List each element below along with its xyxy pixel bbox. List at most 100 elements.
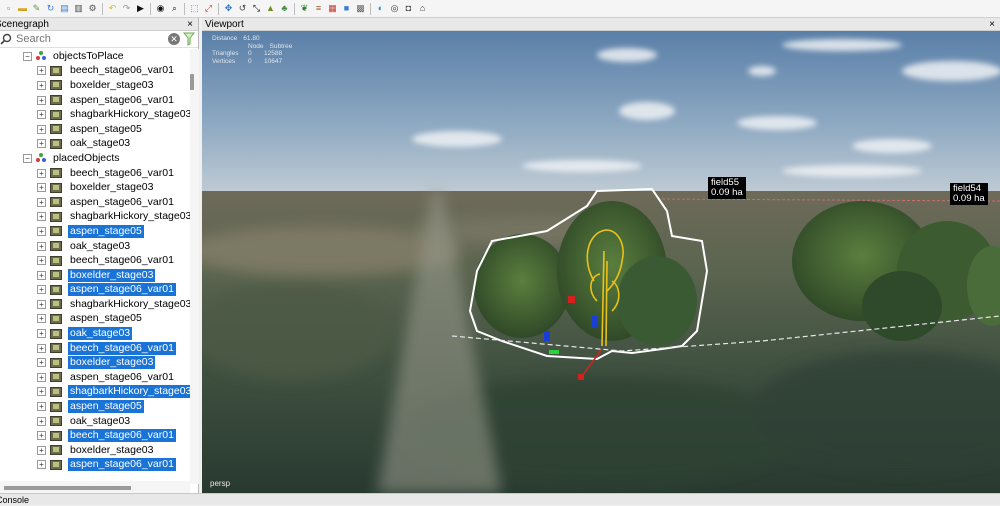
tree-item[interactable]: + aspen_stage06_var01 (0, 195, 190, 210)
viewport-title: Viewport (205, 19, 244, 30)
expand-toggle-icon[interactable]: + (37, 168, 46, 178)
tree-item[interactable]: + boxelder_stage03 (0, 443, 190, 458)
tree-item[interactable]: + oak_stage03 (0, 414, 190, 429)
tree-item[interactable]: + aspen_stage06_var01 (0, 93, 190, 108)
tree-item[interactable]: + shagbarkHickory_stage03 (0, 385, 190, 400)
viewport-close-button[interactable]: × (989, 18, 995, 31)
vertical-scrollbar[interactable] (190, 49, 199, 484)
tree-item[interactable]: + aspen_stage06_var01 (0, 283, 190, 298)
plant-icon[interactable]: ❦ (298, 2, 311, 15)
expand-toggle-icon[interactable]: + (37, 358, 46, 368)
play-icon[interactable]: ▶ (134, 2, 147, 15)
field-tag[interactable]: field55 0.09 ha (708, 177, 746, 199)
expand-toggle-icon[interactable]: + (37, 241, 46, 251)
transform-icon[interactable]: ⤢ (202, 2, 215, 15)
viewport-canvas[interactable]: Distance 61.80 Node Subtree Triangles 0 1258… (202, 31, 1000, 493)
expand-toggle-icon[interactable]: + (37, 256, 46, 266)
console-panel-tab[interactable]: Console (0, 493, 1000, 505)
expand-toggle-icon[interactable]: + (37, 445, 46, 455)
undo-icon[interactable]: ↶ (106, 2, 119, 15)
filter-icon[interactable] (183, 32, 195, 46)
spin-icon[interactable]: ◐ (374, 2, 387, 15)
expand-toggle-icon[interactable]: + (37, 314, 46, 324)
save-icon[interactable]: ▤ (58, 2, 71, 15)
expand-toggle-icon[interactable]: + (37, 299, 46, 309)
tree-item[interactable]: + boxelder_stage03 (0, 180, 190, 195)
object-icon[interactable]: ■ (340, 2, 353, 15)
eye-icon[interactable]: ◉ (154, 2, 167, 15)
move-icon[interactable]: ✥ (222, 2, 235, 15)
field-icon[interactable]: ▦ (326, 2, 339, 15)
car-icon[interactable]: ◘ (402, 2, 415, 15)
tree-item[interactable]: + boxelder_stage03 (0, 268, 190, 283)
expand-toggle-icon[interactable]: + (37, 343, 46, 353)
collapse-toggle-icon[interactable]: − (23, 153, 32, 163)
tree-item[interactable]: + shagbarkHickory_stage03 (0, 297, 190, 312)
search-input[interactable] (16, 33, 166, 45)
refresh-icon[interactable]: ↻ (44, 2, 57, 15)
expand-toggle-icon[interactable]: + (37, 110, 46, 120)
tree-item[interactable]: + boxelder_stage03 (0, 355, 190, 370)
rotate-icon[interactable]: ↺ (236, 2, 249, 15)
home-icon[interactable]: ⌂ (416, 2, 429, 15)
tree-item[interactable]: + oak_stage03 (0, 137, 190, 152)
grid-icon[interactable]: ▩ (354, 2, 367, 15)
expand-toggle-icon[interactable]: + (37, 460, 46, 470)
expand-toggle-icon[interactable]: + (37, 80, 46, 90)
3d-scene[interactable] (202, 31, 1000, 493)
camera-icon[interactable]: ◎ (388, 2, 401, 15)
horizontal-scroll-thumb[interactable] (4, 486, 131, 490)
scale-icon[interactable]: ⤡ (250, 2, 263, 15)
tree-item[interactable]: + aspen_stage05 (0, 224, 190, 239)
clear-search-icon[interactable]: ✕ (168, 33, 180, 45)
redo-icon[interactable]: ↷ (120, 2, 133, 15)
tree-item[interactable]: + beech_stage06_var01 (0, 341, 190, 356)
tree-item[interactable]: + shagbarkHickory_stage03 (0, 107, 190, 122)
edit-icon[interactable]: ✎ (30, 2, 43, 15)
expand-toggle-icon[interactable]: + (37, 95, 46, 105)
tree-item[interactable]: + beech_stage06_var01 (0, 64, 190, 79)
scenegraph-close-button[interactable]: × (187, 18, 193, 30)
road-icon[interactable]: ≡ (312, 2, 325, 15)
expand-toggle-icon[interactable]: + (37, 372, 46, 382)
expand-toggle-icon[interactable]: + (37, 402, 46, 412)
expand-toggle-icon[interactable]: + (37, 183, 46, 193)
vertical-scroll-thumb[interactable] (190, 74, 194, 90)
zoom-icon[interactable]: ⌕ (168, 2, 181, 15)
expand-toggle-icon[interactable]: + (37, 431, 46, 441)
select-icon[interactable]: ⬚ (188, 2, 201, 15)
settings-icon[interactable]: ⚙ (86, 2, 99, 15)
field-tag[interactable]: field54 0.09 ha (950, 183, 988, 205)
expand-toggle-icon[interactable]: + (37, 66, 46, 76)
tree-item[interactable]: + boxelder_stage03 (0, 78, 190, 93)
expand-toggle-icon[interactable]: + (37, 197, 46, 207)
collapse-toggle-icon[interactable]: − (23, 51, 32, 61)
expand-toggle-icon[interactable]: + (37, 270, 46, 280)
tree-icon[interactable]: ♣ (278, 2, 291, 15)
tree-item[interactable]: + aspen_stage06_var01 (0, 458, 190, 471)
tree-item[interactable]: + oak_stage03 (0, 326, 190, 341)
expand-toggle-icon[interactable]: + (37, 124, 46, 134)
expand-toggle-icon[interactable]: + (37, 212, 46, 222)
expand-toggle-icon[interactable]: + (37, 416, 46, 426)
tree-item[interactable]: + oak_stage03 (0, 239, 190, 254)
save-as-icon[interactable]: ▥ (72, 2, 85, 15)
tree-item[interactable]: + beech_stage06_var01 (0, 253, 190, 268)
tree-item[interactable]: + beech_stage06_var01 (0, 166, 190, 181)
tree-item[interactable]: + aspen_stage06_var01 (0, 370, 190, 385)
tree-item[interactable]: + aspen_stage05 (0, 122, 190, 137)
tree-item[interactable]: + shagbarkHickory_stage03 (0, 210, 190, 225)
tree-item[interactable]: + beech_stage06_var01 (0, 428, 190, 443)
expand-toggle-icon[interactable]: + (37, 139, 46, 149)
tree-group-node[interactable]: − objectsToPlace (0, 49, 190, 64)
open-folder-icon[interactable]: ▬ (16, 2, 29, 15)
expand-toggle-icon[interactable]: + (37, 387, 46, 397)
terrain-icon[interactable]: ▲ (264, 2, 277, 15)
expand-toggle-icon[interactable]: + (37, 329, 46, 339)
new-file-icon[interactable]: ▫ (2, 2, 15, 15)
expand-toggle-icon[interactable]: + (37, 226, 46, 236)
expand-toggle-icon[interactable]: + (37, 285, 46, 295)
tree-group-node[interactable]: − placedObjects (0, 151, 190, 166)
tree-item[interactable]: + aspen_stage05 (0, 312, 190, 327)
tree-item[interactable]: + aspen_stage05 (0, 399, 190, 414)
